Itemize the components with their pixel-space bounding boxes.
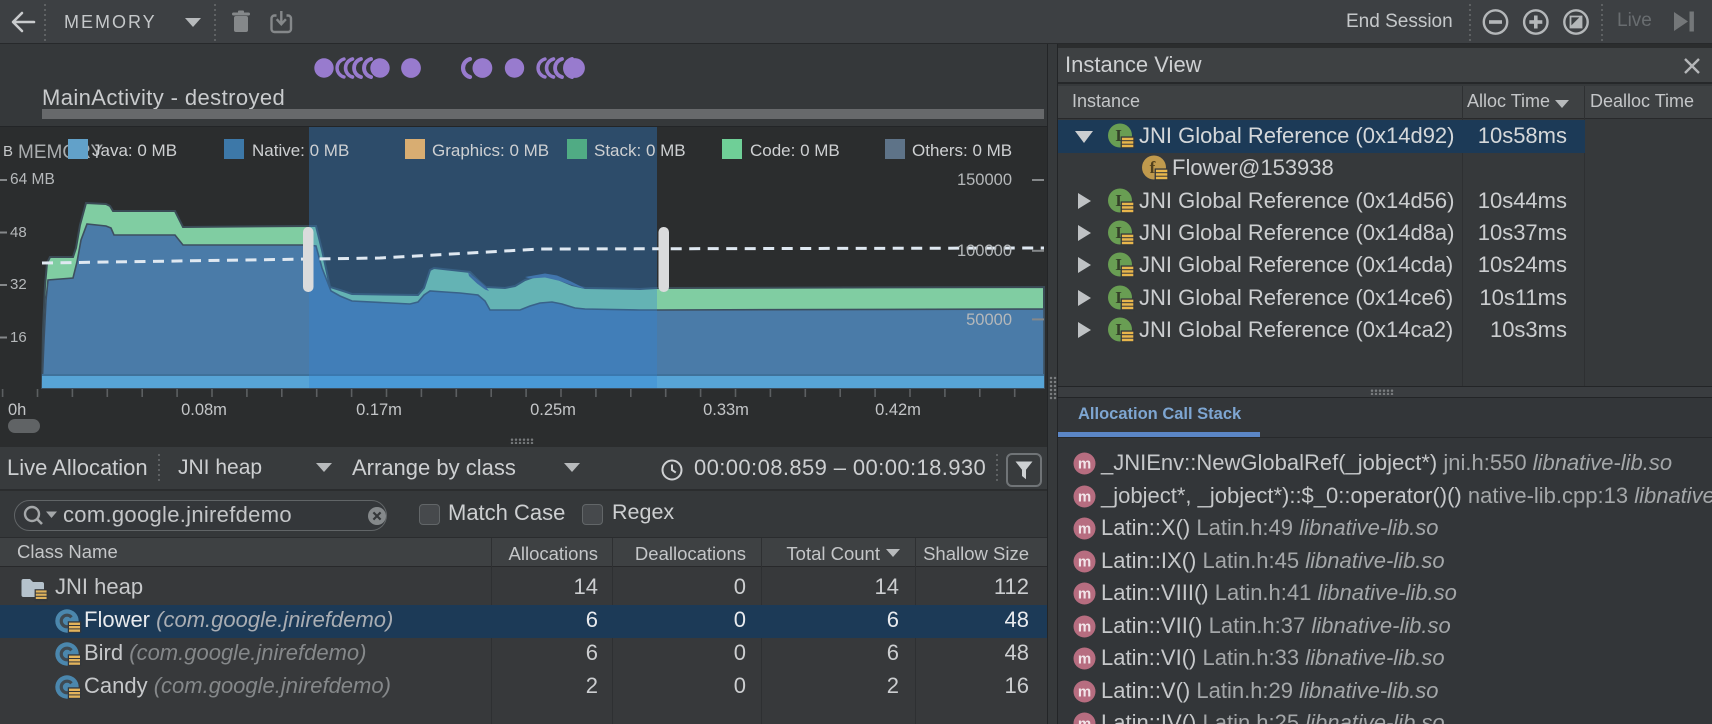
svg-text:m: m: [1078, 586, 1091, 603]
svg-text:m: m: [1078, 716, 1091, 724]
svg-text:m: m: [1078, 683, 1091, 700]
svg-text:m: m: [1078, 488, 1091, 505]
svg-text:m: m: [1078, 553, 1091, 570]
svg-text:m: m: [1078, 456, 1091, 473]
svg-text:m: m: [1078, 521, 1091, 538]
svg-text:m: m: [1078, 651, 1091, 668]
svg-text:m: m: [1078, 618, 1091, 635]
